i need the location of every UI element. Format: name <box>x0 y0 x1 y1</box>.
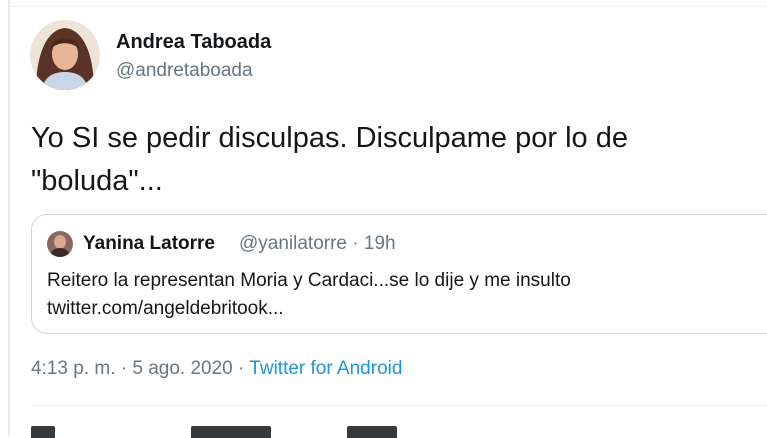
quoted-author-name[interactable]: Yanina Latorre <box>83 233 215 255</box>
meta-separator: · <box>232 358 250 379</box>
author-handle[interactable]: @andretaboada <box>116 60 253 82</box>
quoted-tweet[interactable]: Yanina Latorre @yanilatorre · 19h Reiter… <box>31 214 767 334</box>
quoted-text-link[interactable]: twitter.com/angeldebritook... <box>47 295 747 323</box>
engagement-stats-cutoff <box>31 426 451 438</box>
tweet-meta: 4:13 p. m. · 5 ago. 2020 · Twitter for A… <box>31 358 402 380</box>
tweet-card: Andrea Taboada @andretaboada Yo SI se pe… <box>0 0 767 438</box>
quoted-tweet-age[interactable]: 19h <box>364 233 396 254</box>
tweet-source-link[interactable]: Twitter for Android <box>249 358 402 379</box>
author-name[interactable]: Andrea Taboada <box>116 31 271 54</box>
author-avatar[interactable] <box>30 20 100 90</box>
quoted-author-avatar[interactable] <box>47 231 73 257</box>
quoted-tweet-text: Reitero la representan Moria y Cardaci..… <box>47 267 747 323</box>
quoted-text-line1: Reitero la representan Moria y Cardaci..… <box>47 270 571 291</box>
stats-divider <box>31 405 767 406</box>
quoted-meta-separator: · <box>347 233 364 254</box>
quoted-author-handle[interactable]: @yanilatorre <box>239 233 347 254</box>
quoted-tweet-meta: @yanilatorre · 19h <box>239 233 396 255</box>
tweet-text: Yo SI se pedir disculpas. Disculpame por… <box>31 122 628 197</box>
tweet-timestamp[interactable]: 4:13 p. m. · 5 ago. 2020 <box>31 358 233 379</box>
